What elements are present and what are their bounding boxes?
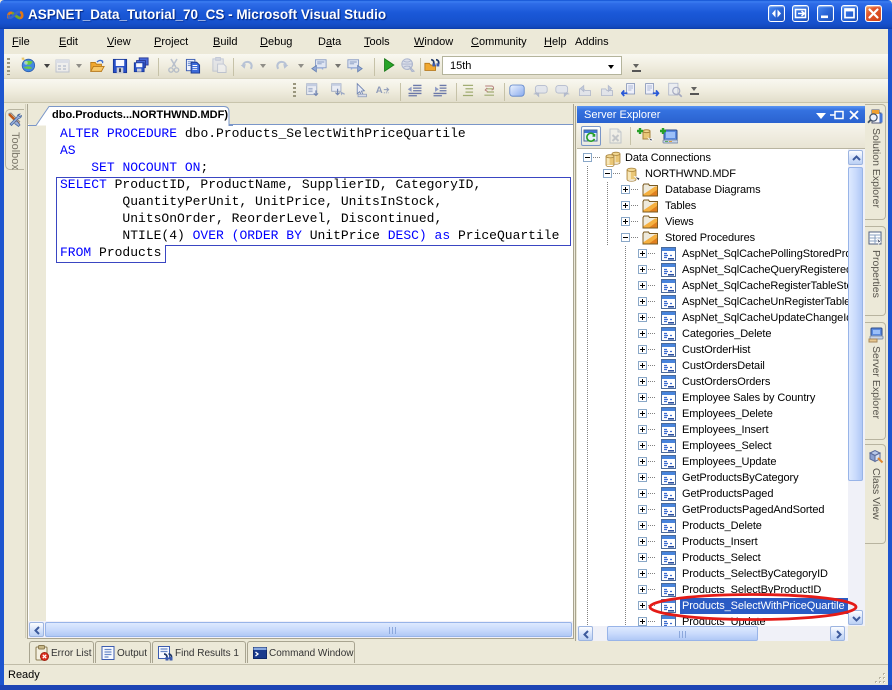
svg-text:A: A xyxy=(376,85,383,96)
